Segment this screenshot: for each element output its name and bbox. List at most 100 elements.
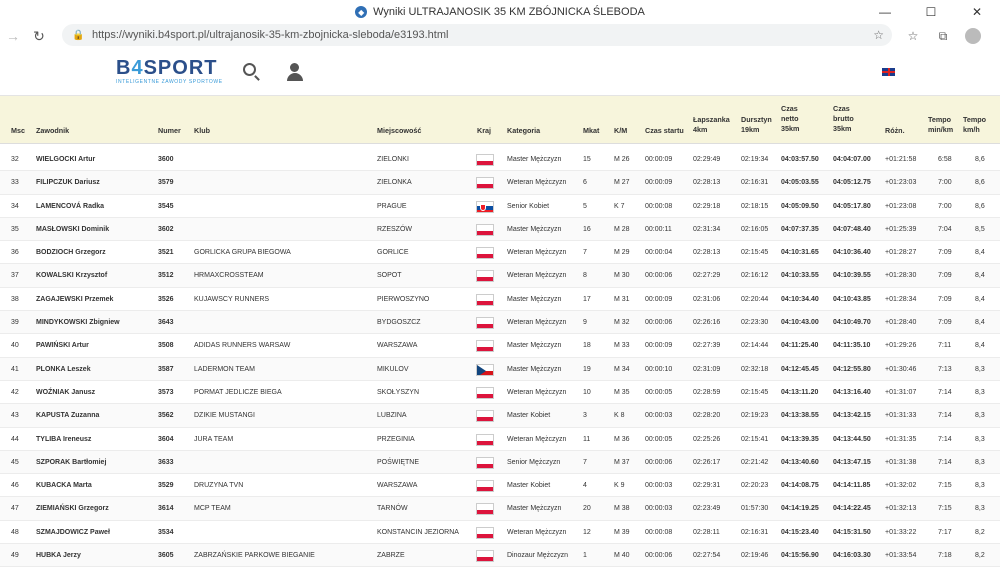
table-row[interactable]: 37 KOWALSKI Krzysztof 3512 HRMAXCROSSTEAM SO… [0, 264, 1000, 288]
table-row[interactable]: 43 KAPUSTA Zuzanna 3562 DZIKIE MUSTANGI LUBZ… [0, 404, 1000, 428]
col-czas-netto[interactable]: Czas netto 35km [781, 104, 799, 134]
cell-roznica: +01:32:02 [885, 482, 917, 490]
table-row[interactable]: 33 FILIPCZUK Dariusz 3579 ZIELONKA Weteran M… [0, 171, 1000, 195]
minimize-icon[interactable]: — [862, 0, 908, 24]
table-row[interactable]: 45 SZPORAK Bartłomiej 3633 POŚWIĘTNE Senior … [0, 450, 1000, 475]
col-roznica[interactable]: Różn. [885, 126, 905, 136]
cell-czas-brutto: 04:14:11.85 [833, 482, 871, 490]
table-header: Msc Zawodnik Numer Klub Miejscowość Kraj… [0, 96, 1000, 144]
favorites-icon[interactable]: ☆ [898, 24, 928, 48]
col-tempo-kmh[interactable]: Tempo km/h [963, 115, 986, 135]
cell-czas-netto: 04:13:11.20 [781, 388, 819, 396]
table-row[interactable]: 44 TYLIBA Ireneusz 3604 JURA TEAM PRZEGINIA W… [0, 428, 1000, 451]
col-kraj[interactable]: Kraj [477, 126, 491, 136]
cell-roznica: +01:21:58 [885, 156, 917, 163]
col-czas-brutto-line1: Czas [833, 104, 850, 113]
cell-zawodnik[interactable]: KOWALSKI Krzysztof [36, 264, 107, 287]
cell-zawodnik[interactable]: LAMENCOVÁ Radka [36, 195, 104, 218]
cell-zawodnik[interactable]: HUBKA Jerzy [36, 544, 81, 567]
col-durszyn[interactable]: Dursztyn 19km [741, 115, 772, 135]
cell-tempo-kmh: 8,3 [975, 388, 985, 396]
poland-flag-icon [476, 270, 494, 283]
table-row[interactable]: 47 ZIEMIAŃSKI Grzegorz 3614 MCP TEAM TARNÓW M… [0, 497, 1000, 521]
search-icon[interactable] [242, 62, 262, 82]
cell-durszyn: 02:18:15 [741, 202, 769, 210]
table-row[interactable]: 40 PAWIŃSKI Artur 3508 ADIDAS RUNNERS WARSA… [0, 334, 1000, 358]
cell-zawodnik[interactable]: PAWIŃSKI Artur [36, 334, 89, 357]
col-km[interactable]: K/M [614, 126, 627, 136]
cell-zawodnik[interactable]: MASŁOWSKI Dominik [36, 218, 109, 241]
cell-czas-brutto: 04:05:17.80 [833, 202, 871, 210]
cell-zawodnik[interactable]: ZAGAJEWSKI Przemek [36, 288, 113, 311]
cell-zawodnik[interactable]: SZMAJDOWICZ Paweł [36, 521, 110, 544]
close-icon[interactable]: ✕ [954, 0, 1000, 24]
cell-durszyn: 02:20:44 [741, 295, 769, 303]
col-czas-brutto[interactable]: Czas brutto 35km [833, 104, 854, 134]
col-klub[interactable]: Klub [194, 126, 210, 136]
table-row[interactable]: 32 WIELGOCKI Artur 3600 ZIELONKI Master Mężc… [0, 148, 1000, 172]
table-row[interactable]: 42 WOŹNIAK Janusz 3573 PORMAT JEDLICZE BIEG… [0, 381, 1000, 405]
cell-zawodnik[interactable]: TYLIBA Ireneusz [36, 428, 91, 451]
table-row[interactable]: 46 KUBACKA Marta 3529 DRUZYNA TVN WARSZAWA Ma… [0, 474, 1000, 498]
cell-czas-startu: 00:00:06 [645, 272, 673, 280]
col-tempo-min[interactable]: Tempo min/km [928, 115, 953, 135]
table-row[interactable]: 36 BODZIOCH Grzegorz 3521 GORLICKA GRUPA BI… [0, 241, 1000, 265]
poland-flag-icon [476, 410, 494, 423]
col-miejscowosc[interactable]: Miejscowość [377, 126, 421, 136]
collections-icon[interactable]: ⧉ [928, 24, 958, 48]
col-czas-netto-line2: netto [781, 114, 799, 123]
user-icon[interactable] [285, 62, 305, 82]
table-row[interactable]: 39 MINDYKOWSKI Zbigniew 3643 BYDGOSZCZ Weter… [0, 311, 1000, 335]
cell-tempo-min: 7:11 [938, 342, 952, 350]
cell-zawodnik[interactable]: ZIEMIAŃSKI Grzegorz [36, 497, 109, 520]
col-zawodnik[interactable]: Zawodnik [36, 126, 69, 136]
favorite-star-icon[interactable]: ☆ [873, 28, 884, 42]
cell-zawodnik[interactable]: PLONKA Leszek [36, 358, 91, 381]
poland-flag-icon [476, 293, 494, 306]
col-lapszanka[interactable]: Łapszanka 4km [693, 115, 730, 135]
cell-czas-startu: 00:00:09 [645, 295, 673, 303]
results-table: Msc Zawodnik Numer Klub Miejscowość Kraj… [0, 96, 1000, 568]
address-url[interactable]: https://wyniki.b4sport.pl/ultrajanosik-3… [92, 29, 448, 41]
poland-flag-icon [476, 503, 494, 516]
cell-km: K 8 [614, 412, 625, 420]
cell-msc: 38 [11, 295, 19, 303]
back-arrow-icon[interactable]: → [0, 24, 26, 48]
cell-numer: 3512 [158, 272, 174, 280]
poland-flag-icon [476, 550, 494, 563]
cell-zawodnik[interactable]: FILIPCZUK Dariusz [36, 171, 100, 194]
cell-lapszanka: 02:31:09 [693, 365, 721, 373]
col-mkat[interactable]: Mkat [583, 126, 599, 136]
table-row[interactable]: 34 LAMENCOVÁ Radka 3545 PRAGUE Senior Kobiet… [0, 195, 1000, 218]
b4sport-logo[interactable]: B4SPORT INTELIGENTNE ZAWODY SPORTOWE [116, 58, 223, 85]
cell-zawodnik[interactable]: KUBACKA Marta [36, 474, 92, 497]
cell-zawodnik[interactable]: WOŹNIAK Janusz [36, 381, 95, 404]
cell-zawodnik[interactable]: BODZIOCH Grzegorz [36, 241, 106, 264]
table-row[interactable]: 49 HUBKA Jerzy 3605 ZABRZAŃSKIE PARKOWE BIE… [0, 544, 1000, 568]
table-row[interactable]: 48 SZMAJDOWICZ Paweł 3534 KONSTANCIN JEZIOR… [0, 521, 1000, 545]
col-kategoria[interactable]: Kategoria [507, 126, 540, 136]
cell-czas-brutto: 04:16:03.30 [833, 552, 871, 560]
cell-zawodnik[interactable]: MINDYKOWSKI Zbigniew [36, 311, 120, 334]
address-bar[interactable]: 🔒 https://wyniki.b4sport.pl/ultrajanosik… [62, 24, 892, 46]
reload-icon[interactable]: ↻ [26, 24, 52, 48]
cell-zawodnik[interactable]: WIELGOCKI Artur [36, 148, 95, 171]
table-row[interactable]: 38 ZAGAJEWSKI Przemek 3526 KUJAWSCY RUNNERS… [0, 288, 1000, 312]
table-row[interactable]: 41 PLONKA Leszek 3587 LADERMON TEAM MIKULOV M… [0, 357, 1000, 381]
lock-icon[interactable]: 🔒 [72, 30, 86, 41]
col-tempo-min-line2: min/km [928, 125, 954, 134]
cell-lapszanka: 02:29:18 [693, 202, 721, 210]
col-numer[interactable]: Numer [158, 126, 181, 136]
profile-avatar[interactable] [965, 28, 981, 44]
maximize-icon[interactable]: ☐ [908, 0, 954, 24]
cell-zawodnik[interactable]: KAPUSTA Zuzanna [36, 404, 99, 427]
english-flag-icon[interactable] [882, 68, 895, 76]
cell-tempo-kmh: 8,3 [975, 435, 985, 443]
cell-czas-brutto: 04:13:16.40 [833, 388, 871, 396]
col-czas-startu[interactable]: Czas startu [645, 126, 684, 136]
cell-mkat: 16 [583, 225, 591, 233]
table-row[interactable]: 35 MASŁOWSKI Dominik 3602 RZESZÓW Master Męż… [0, 217, 1000, 242]
col-msc[interactable]: Msc [11, 126, 25, 136]
cell-roznica: +01:30:46 [885, 365, 917, 373]
cell-zawodnik[interactable]: SZPORAK Bartłomiej [36, 451, 106, 474]
